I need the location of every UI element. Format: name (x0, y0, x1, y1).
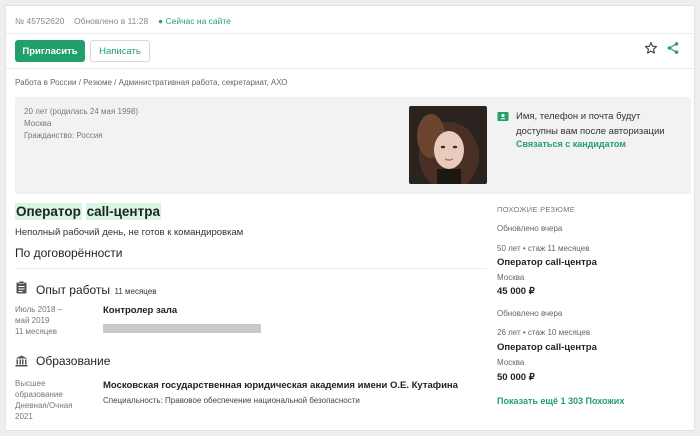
experience-period-line2: май 2019 (15, 316, 50, 325)
experience-title: Опыт работы (36, 283, 111, 297)
similar-updated: Обновлено вчера (497, 309, 563, 318)
auth-notice: Имя, телефон и почта будут доступны вам … (516, 109, 665, 139)
education-level-line1: Высшее (15, 379, 46, 388)
work-schedule: Неполный рабочий день, не готов к команд… (15, 227, 244, 238)
experience-period-line1: Июль 2018 – (15, 305, 63, 314)
title-part-2: call-центра (85, 203, 161, 220)
similar-meta: 26 лет • стаж 10 месяцев (497, 328, 591, 337)
breadcrumb[interactable]: Работа в России / Резюме / Административ… (15, 78, 288, 87)
divider (15, 268, 487, 269)
hidden-company-placeholder (103, 324, 261, 333)
education-specialty: Специальность: Правовое обеспечение наци… (103, 396, 360, 405)
write-button[interactable]: Написать (90, 40, 150, 62)
divider (6, 68, 696, 69)
experience-duration: 11 месяцев (15, 327, 57, 336)
auth-notice-line2: доступны вам после авторизации (516, 126, 665, 137)
profile-citizenship: Гражданство: Россия (24, 131, 103, 140)
education-form: Дневная/Очная (15, 401, 73, 410)
similar-updated: Обновлено вчера (497, 224, 563, 233)
resume-card: № 45752620 Обновлено в 11:28 ● Сейчас на… (5, 5, 696, 431)
divider (6, 33, 696, 34)
share-icon[interactable] (666, 41, 680, 60)
experience-period: Июль 2018 – май 2019 11 месяцев (15, 304, 62, 337)
education-heading: Образование (36, 354, 111, 368)
similar-salary: 50 000 ₽ (497, 372, 535, 383)
resume-id: № 45752620 (15, 16, 65, 26)
education-meta: Высшее образование Дневная/Очная 2021 (15, 378, 73, 422)
similar-salary: 45 000 ₽ (497, 286, 535, 297)
experience-total: 11 месяцев (114, 287, 157, 296)
similar-meta: 50 лет • стаж 11 месяцев (497, 244, 590, 253)
similar-title-link[interactable]: Оператор call-центра (497, 342, 597, 353)
title-part-1: Оператор (15, 203, 82, 220)
auth-notice-line1: Имя, телефон и почта будут (516, 111, 641, 122)
contact-candidate-link[interactable]: Связаться с кандидатом (516, 139, 626, 149)
favorite-star-icon[interactable] (644, 41, 658, 60)
similar-city: Москва (497, 273, 525, 282)
experience-heading: Опыт работы 11 месяцев (36, 281, 157, 299)
similar-title-link[interactable]: Оператор call-центра (497, 257, 597, 268)
show-more-similar-link[interactable]: Показать ещё 1 303 Похожих (497, 396, 624, 406)
online-status-label: Сейчас на сайте (165, 16, 231, 26)
updated-time: Обновлено в 11:28 (74, 16, 149, 26)
candidate-photo (409, 106, 487, 184)
education-year: 2021 (15, 412, 33, 421)
profile-age: 20 лет (родилась 24 мая 1998) (24, 107, 138, 116)
education-institution: Московская государственная юридическая а… (103, 380, 458, 391)
profile-city: Москва (24, 119, 52, 128)
contact-card-icon (497, 109, 509, 127)
education-level-line2: образование (15, 390, 63, 399)
similar-city: Москва (497, 358, 525, 367)
university-icon (15, 354, 28, 372)
online-status: ● Сейчас на сайте (158, 16, 231, 26)
similar-heading: ПОХОЖИЕ РЕЗЮМЕ (497, 205, 576, 214)
resume-title: Оператор call-центра (15, 203, 161, 220)
salary: По договорённости (15, 246, 123, 260)
experience-position: Контролер зала (103, 305, 178, 316)
clipboard-icon (16, 281, 27, 299)
invite-button[interactable]: Пригласить (15, 40, 85, 62)
